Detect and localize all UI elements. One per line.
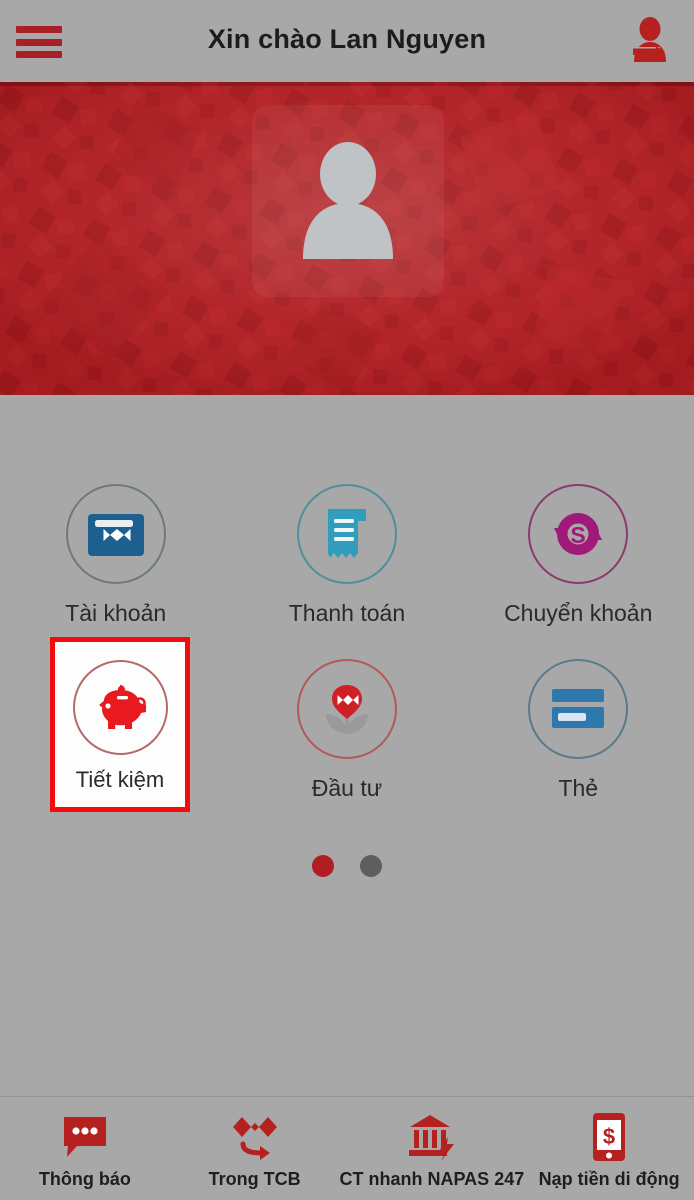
page-title: Xin chào Lan Nguyen [207, 24, 487, 54]
bank-fast-transfer-icon [408, 1115, 454, 1161]
mobile-topup-icon: $ [593, 1113, 626, 1161]
nav-icon-wrap [230, 1109, 280, 1165]
shortcut-label: Tiết kiệm [75, 767, 165, 792]
pagination-dot-inactive[interactable] [360, 855, 382, 877]
grid-spacer [190, 637, 231, 812]
icon-ring [528, 659, 629, 759]
pagination-dot-active[interactable] [312, 855, 334, 877]
shortcut-label: Tài khoản [65, 600, 167, 626]
nav-item-nap-tien-di-dong[interactable]: $ Nạp tiền di động [524, 1097, 694, 1190]
wallet-icon [87, 514, 144, 556]
shortcut-label: Thanh toán [288, 600, 406, 626]
icon-ring [296, 484, 397, 584]
nav-label: Thông báo [38, 1169, 131, 1189]
pagination-dots [0, 855, 694, 877]
piggy-bank-icon [99, 684, 146, 729]
nav-label: Nạp tiền di động [538, 1169, 680, 1189]
shortcut-row: Tiết kiệm Đầu tư Thẻ [0, 637, 694, 812]
bottom-navigation-bar: Thông báo Trong TCB CT nhanh NAPAS 247 $… [0, 1097, 694, 1200]
shortcut-the[interactable]: Thẻ [463, 637, 694, 812]
profile-banner [0, 82, 694, 395]
icon-ring [65, 484, 166, 584]
transfer-money-icon: S [554, 513, 603, 555]
shortcut-label: Đầu tư [311, 775, 383, 801]
icon-ring: S [528, 484, 629, 584]
app-screen: Xin chào Lan Nguyen Tài khoản Thanh toán… [0, 0, 694, 1200]
icon-ring [72, 660, 168, 755]
shortcut-chuyen-khoan[interactable]: S Chuyển khoản [463, 462, 694, 637]
shortcut-dau-tu[interactable]: Đầu tư [231, 637, 462, 812]
user-avatar-placeholder-icon [303, 142, 393, 259]
shortcut-grid: Tài khoản Thanh toán S Chuyển khoản Tiết… [0, 462, 694, 812]
svg-text:$: $ [603, 1124, 615, 1149]
logout-person-arrow-icon[interactable] [624, 16, 676, 68]
nav-icon-wrap [406, 1109, 458, 1165]
shortcut-tiet-kiem[interactable]: Tiết kiệm [50, 637, 190, 812]
invoice-icon [327, 509, 366, 558]
shortcut-row: Tài khoản Thanh toán S Chuyển khoản [0, 462, 694, 637]
nav-icon-wrap [61, 1109, 109, 1165]
avatar[interactable] [252, 105, 444, 297]
shortcut-label: Chuyển khoản [504, 600, 653, 626]
shortcut-label: Thẻ [558, 775, 599, 801]
nav-item-thong-bao[interactable]: Thông báo [0, 1097, 170, 1190]
credit-card-icon [552, 689, 605, 728]
nav-item-trong-tcb[interactable]: Trong TCB [170, 1097, 340, 1190]
notification-bubble-icon [63, 1117, 106, 1157]
nav-icon-wrap: $ [591, 1109, 627, 1165]
shortcut-tai-khoan[interactable]: Tài khoản [0, 462, 231, 637]
investment-plant-icon [325, 685, 368, 734]
nav-label: CT nhanh NAPAS 247 [339, 1169, 525, 1189]
icon-ring [296, 659, 397, 759]
app-header: Xin chào Lan Nguyen [0, 0, 694, 82]
shortcut-thanh-toan[interactable]: Thanh toán [231, 462, 462, 637]
svg-text:S: S [571, 522, 586, 548]
nav-label: Trong TCB [208, 1169, 301, 1189]
nav-item-napas-247[interactable]: CT nhanh NAPAS 247 [339, 1097, 525, 1190]
techcombank-transfer-icon [232, 1117, 277, 1160]
